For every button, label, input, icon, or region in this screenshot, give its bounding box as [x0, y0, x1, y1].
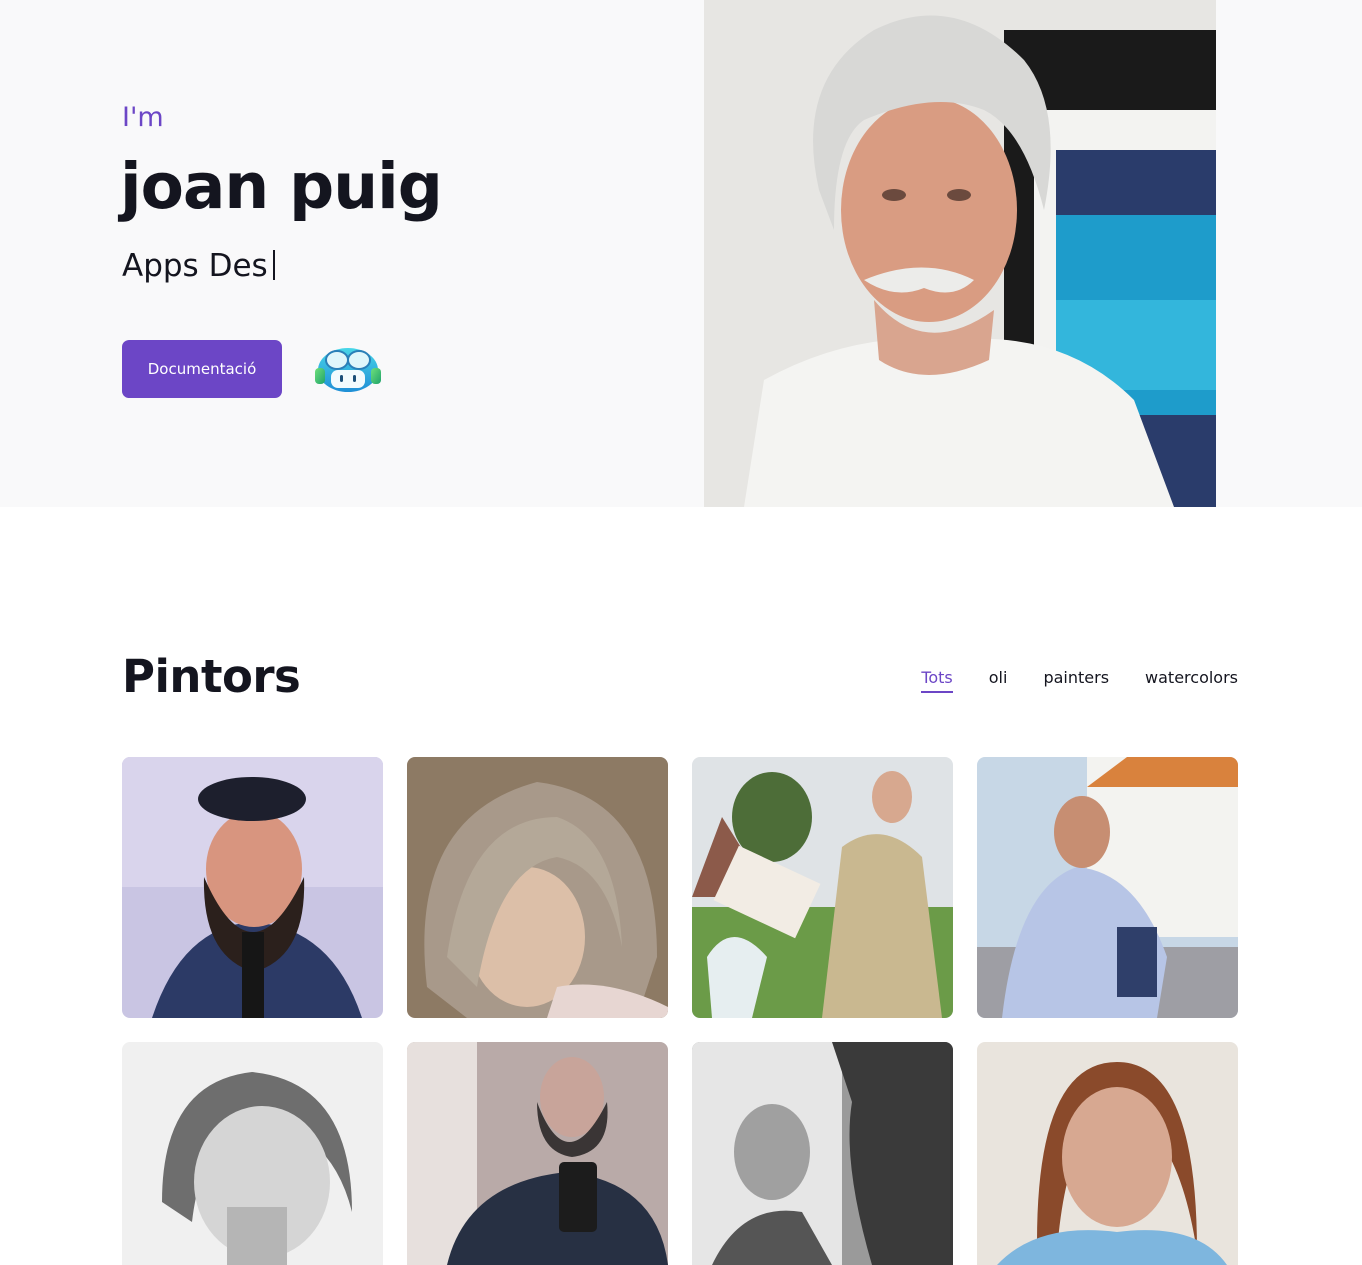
- painter-card[interactable]: [977, 1042, 1238, 1265]
- painter-image: [407, 757, 668, 1018]
- painter-image: [407, 1042, 668, 1265]
- painter-card[interactable]: [407, 1042, 668, 1265]
- filter-tab-tots[interactable]: Tots: [921, 668, 953, 693]
- filter-tab-watercolors[interactable]: watercolors: [1145, 668, 1238, 693]
- documentation-button[interactable]: Documentació: [122, 340, 282, 398]
- painter-card[interactable]: [122, 757, 383, 1018]
- hero-typing-text: Apps Des: [122, 248, 275, 284]
- copilot-icon[interactable]: [313, 340, 383, 396]
- painter-image: [122, 757, 383, 1018]
- painter-image: [977, 1042, 1238, 1265]
- section-title: Pintors: [122, 650, 301, 703]
- typing-text: Apps Des: [122, 248, 268, 284]
- typing-cursor: [272, 250, 275, 280]
- painter-card[interactable]: [692, 757, 953, 1018]
- painter-card[interactable]: [122, 1042, 383, 1265]
- painter-card[interactable]: [692, 1042, 953, 1265]
- hero-name: joan puig: [120, 150, 443, 223]
- painter-card[interactable]: [407, 757, 668, 1018]
- painter-image: [692, 757, 953, 1018]
- filter-tabs: Tots oli painters watercolors: [921, 668, 1238, 693]
- painter-image: [692, 1042, 953, 1265]
- painter-card[interactable]: [977, 757, 1238, 1018]
- painter-image: [977, 757, 1238, 1018]
- hero-section: I'm joan puig Apps Des Documentació: [0, 0, 1362, 507]
- hero-portrait-image: [704, 0, 1216, 507]
- painter-image: [122, 1042, 383, 1265]
- hero-intro: I'm: [122, 102, 164, 133]
- filter-tab-oli[interactable]: oli: [989, 668, 1008, 693]
- filter-tab-painters[interactable]: painters: [1043, 668, 1109, 693]
